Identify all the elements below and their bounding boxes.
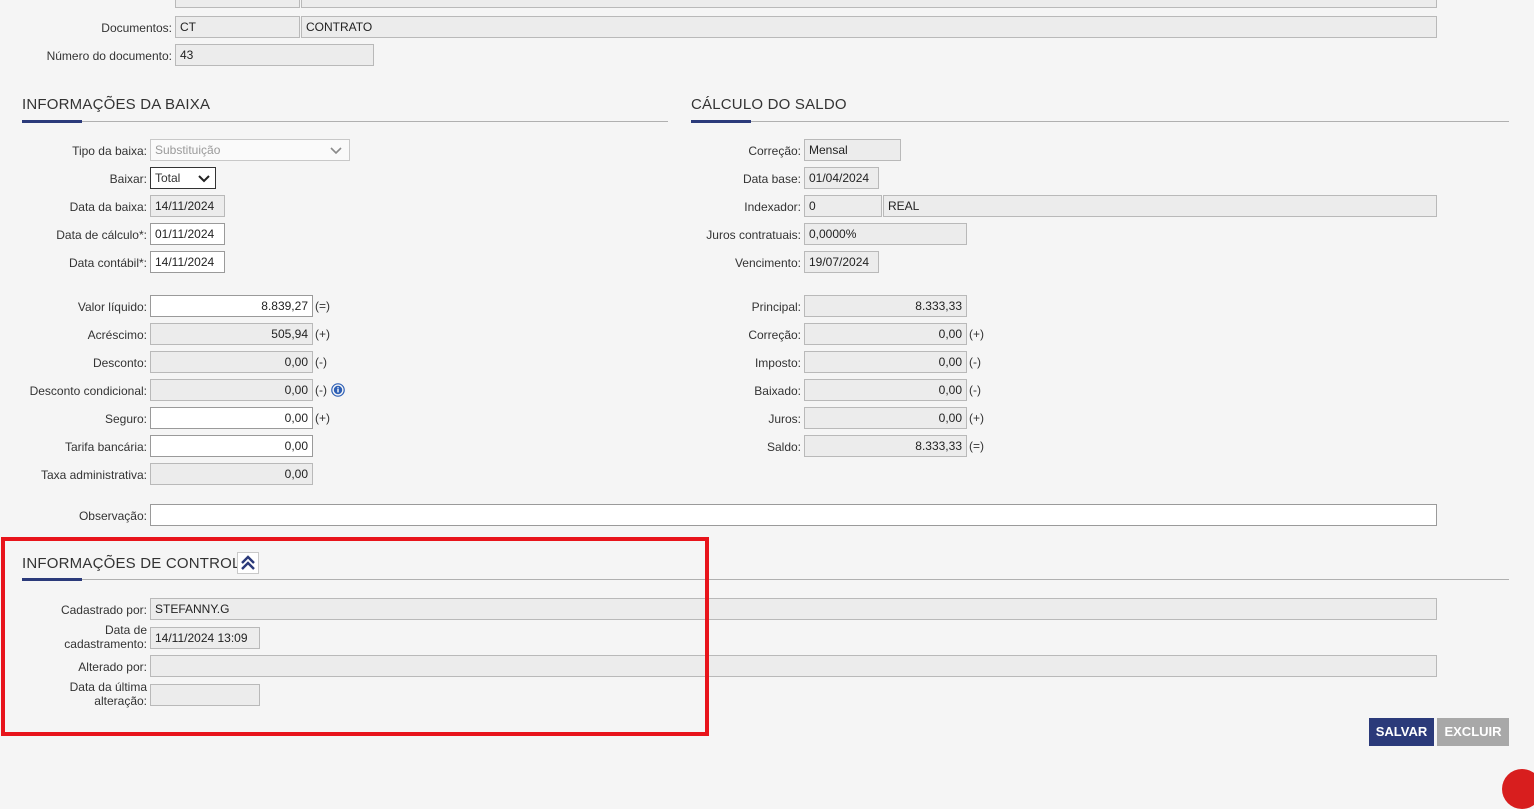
numero-documento-field[interactable]: 43 bbox=[175, 44, 374, 66]
highlight-box bbox=[1, 537, 709, 736]
correcao-valor-field[interactable]: 0,00 bbox=[804, 323, 967, 345]
tipo-baixa-value: Substituição bbox=[155, 143, 221, 157]
taxa-administrativa-label: Taxa administrativa: bbox=[40, 468, 147, 482]
salvar-button[interactable]: SALVAR bbox=[1369, 718, 1434, 746]
acrescimo-sign: (+) bbox=[315, 327, 330, 341]
data-base-label: Data base: bbox=[742, 172, 801, 186]
baixar-select[interactable]: Total bbox=[150, 167, 216, 189]
desconto-condicional-field[interactable]: 0,00 bbox=[150, 379, 313, 401]
tarifa-bancaria-input[interactable]: 0,00 bbox=[150, 435, 313, 457]
saldo-section-line bbox=[691, 121, 1509, 122]
cliente-code-field[interactable] bbox=[175, 0, 300, 8]
documentos-code-field[interactable]: CT bbox=[175, 16, 300, 38]
baixado-label: Baixado: bbox=[754, 384, 801, 398]
desconto-label: Desconto: bbox=[92, 356, 147, 370]
data-calculo-input[interactable]: 01/11/2024 bbox=[150, 223, 225, 245]
observacao-label: Observação: bbox=[78, 509, 147, 523]
tipo-baixa-label: Tipo da baixa: bbox=[72, 144, 147, 158]
juros-field[interactable]: 0,00 bbox=[804, 407, 967, 429]
desconto-condicional-label: Desconto condicional: bbox=[29, 384, 147, 398]
acrescimo-label: Acréscimo: bbox=[87, 328, 147, 342]
valor-liquido-sign: (=) bbox=[315, 299, 330, 313]
data-base-field[interactable]: 01/04/2024 bbox=[804, 167, 879, 189]
indexador-desc-field[interactable]: REAL bbox=[883, 195, 1437, 217]
documentos-label: Documentos: bbox=[101, 21, 172, 35]
excluir-button[interactable]: EXCLUIR bbox=[1437, 718, 1509, 746]
info-icon[interactable] bbox=[331, 383, 345, 397]
chevron-down-icon bbox=[197, 168, 211, 194]
saldo-field[interactable]: 8.333,33 bbox=[804, 435, 967, 457]
correcao-valor-sign: (+) bbox=[969, 327, 984, 341]
observacao-input[interactable] bbox=[150, 504, 1437, 526]
indexador-code-field[interactable]: 0 bbox=[804, 195, 882, 217]
documentos-desc-field[interactable]: CONTRATO bbox=[301, 16, 1437, 38]
floating-help-button[interactable] bbox=[1502, 769, 1534, 809]
acrescimo-field[interactable]: 505,94 bbox=[150, 323, 313, 345]
baixar-value: Total bbox=[155, 171, 181, 185]
data-baixa-field[interactable]: 14/11/2024 bbox=[150, 195, 225, 217]
data-calculo-label: Data de cálculo*: bbox=[56, 228, 147, 242]
correcao-valor-label: Correção: bbox=[748, 328, 801, 342]
correcao-field[interactable]: Mensal bbox=[804, 139, 901, 161]
imposto-field[interactable]: 0,00 bbox=[804, 351, 967, 373]
desconto-condicional-sign: (-) bbox=[315, 383, 327, 397]
imposto-sign: (-) bbox=[969, 355, 981, 369]
data-baixa-label: Data da baixa: bbox=[69, 200, 147, 214]
desconto-field[interactable]: 0,00 bbox=[150, 351, 313, 373]
tipo-baixa-select[interactable]: Substituição bbox=[150, 139, 350, 161]
juros-contratuais-label: Juros contratuais: bbox=[706, 228, 801, 242]
vencimento-label: Vencimento: bbox=[734, 256, 801, 270]
baixar-label: Baixar: bbox=[109, 172, 147, 186]
chevron-down-icon bbox=[329, 140, 343, 166]
taxa-administrativa-field[interactable]: 0,00 bbox=[150, 463, 313, 485]
saldo-section-title: CÁLCULO DO SALDO bbox=[691, 96, 847, 113]
juros-sign: (+) bbox=[969, 411, 984, 425]
baixa-section-line bbox=[22, 121, 668, 122]
data-contabil-input[interactable]: 14/11/2024 bbox=[150, 251, 225, 273]
juros-contratuais-field[interactable]: 0,0000% bbox=[804, 223, 967, 245]
tarifa-bancaria-label: Tarifa bancária: bbox=[64, 440, 147, 454]
numero-documento-label: Número do documento: bbox=[46, 49, 172, 63]
desconto-sign: (-) bbox=[315, 355, 327, 369]
correcao-label: Correção: bbox=[748, 144, 801, 158]
baixa-section-underline bbox=[22, 120, 82, 123]
valor-liquido-label: Valor líquido: bbox=[77, 300, 147, 314]
baixado-field[interactable]: 0,00 bbox=[804, 379, 967, 401]
seguro-label: Seguro: bbox=[104, 412, 147, 426]
saldo-section-underline bbox=[691, 120, 751, 123]
seguro-sign: (+) bbox=[315, 411, 330, 425]
vencimento-field[interactable]: 19/07/2024 bbox=[804, 251, 879, 273]
juros-label: Juros: bbox=[768, 412, 801, 426]
indexador-label: Indexador: bbox=[744, 200, 801, 214]
saldo-label: Saldo: bbox=[766, 440, 801, 454]
imposto-label: Imposto: bbox=[754, 356, 801, 370]
principal-label: Principal: bbox=[751, 300, 801, 314]
saldo-sign: (=) bbox=[969, 439, 984, 453]
data-contabil-label: Data contábil*: bbox=[68, 256, 147, 270]
cliente-name-field[interactable] bbox=[301, 0, 1437, 8]
baixado-sign: (-) bbox=[969, 383, 981, 397]
seguro-input[interactable]: 0,00 bbox=[150, 407, 313, 429]
principal-field[interactable]: 8.333,33 bbox=[804, 295, 967, 317]
valor-liquido-input[interactable]: 8.839,27 bbox=[150, 295, 313, 317]
baixa-section-title: INFORMAÇÕES DA BAIXA bbox=[22, 96, 211, 113]
